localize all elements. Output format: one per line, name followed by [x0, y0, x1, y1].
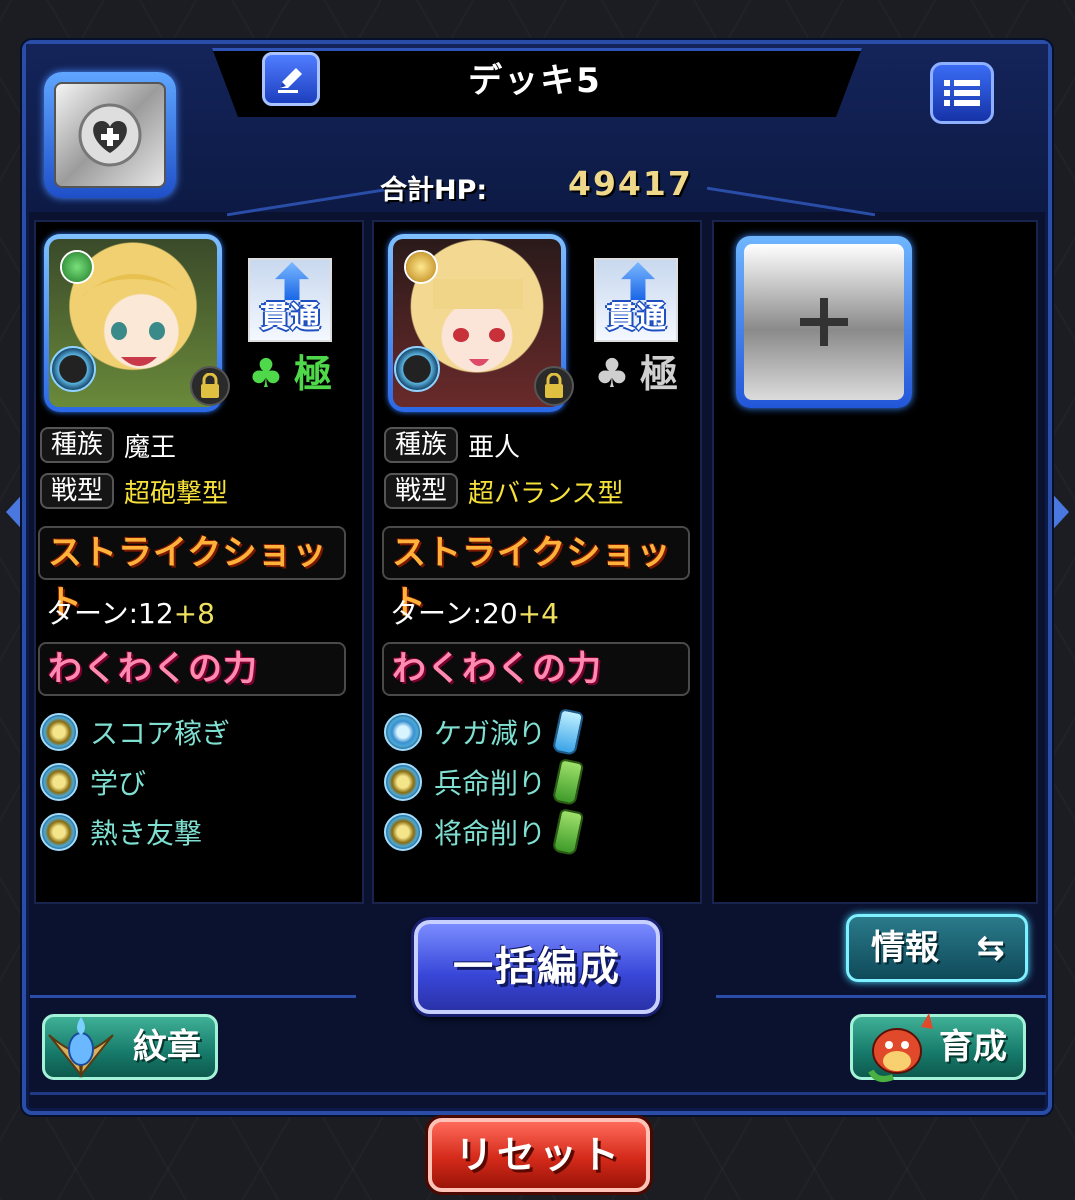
waku-item: 兵命削り [384, 757, 585, 807]
type-key: 戦型 [384, 473, 458, 509]
species-value: 魔王 [124, 432, 177, 463]
type-row: 戦型 超砲撃型 [40, 472, 228, 510]
type-value: 超バランス型 [468, 478, 624, 509]
strike-shot-turn: ターン:12+8 [46, 592, 215, 632]
gauge-ring-icon [50, 346, 96, 392]
waku-gem-icon [384, 713, 422, 751]
emblem-button[interactable]: 紋章 [42, 1014, 218, 1080]
strike-shot-label[interactable]: ストライクショット [382, 526, 690, 623]
emblem-wings-icon [48, 1017, 114, 1079]
deck-list-button[interactable] [930, 62, 994, 124]
species-row: 種族 魔王 [40, 426, 176, 464]
ability-label: 貫通 [606, 300, 666, 335]
waku-power-label[interactable]: わくわくの力 [38, 642, 346, 696]
waku-item: 熱き友撃 [40, 810, 202, 854]
rank-label: 極 [294, 352, 333, 396]
waku-item: スコア稼ぎ [40, 710, 230, 754]
turn-plus: +4 [517, 597, 559, 630]
emblem-label: 紋章 [133, 1027, 201, 1067]
deck-title[interactable]: デッキ5 [420, 58, 650, 104]
growth-button[interactable]: 育成 [850, 1013, 1026, 1082]
clover-icon: ♣ [594, 351, 630, 397]
waku-item-text: 学び [90, 767, 147, 800]
waku-gem-icon [384, 763, 422, 801]
empty-slot-inner [744, 244, 904, 400]
light-element-icon [404, 250, 438, 284]
turn-plus: +8 [173, 597, 215, 630]
character-slot-3 [712, 220, 1038, 904]
wood-element-icon [60, 250, 94, 284]
pierce-ability-icon: 貫通 [248, 258, 332, 342]
pierce-arrow-icon [275, 262, 309, 300]
footer-deco-line [30, 995, 356, 998]
species-key: 種族 [40, 427, 114, 463]
waku-item-text: 熱き友撃 [90, 817, 203, 850]
lock-glyph [201, 373, 219, 398]
pencil-icon [278, 68, 302, 93]
type-row: 戦型 超バランス型 [384, 472, 623, 510]
species-row: 種族 亜人 [384, 426, 520, 464]
empty-slot-add-button[interactable] [736, 236, 912, 408]
waku-item: ケガ減り [384, 707, 585, 757]
species-value: 亜人 [468, 432, 521, 463]
type-value: 超砲撃型 [124, 478, 229, 509]
ability-label: 貫通 [260, 300, 320, 335]
waku-gem-icon [40, 713, 78, 751]
info-label: 情報 [871, 928, 939, 968]
pierce-ability-icon: 貫通 [594, 258, 678, 342]
edit-deck-name-button[interactable] [262, 52, 320, 106]
lock-glyph [545, 373, 563, 398]
heart-plus-icon [78, 103, 142, 167]
growth-label: 育成 [939, 1027, 1007, 1067]
footer-deco-line [716, 995, 1046, 998]
turn-value: ターン:20 [390, 597, 518, 630]
waku-gem-icon [40, 813, 78, 851]
waku-power-label[interactable]: わくわくの力 [382, 642, 690, 696]
character-slot-2[interactable]: 貫通 ♣ 極 種族 亜人 戦型 超バランス型 ストライクショット ターン:20+… [372, 220, 702, 904]
gauge-ring-icon [394, 346, 440, 392]
waku-item-text: 将命削り [434, 817, 547, 850]
rank-label: 極 [640, 352, 679, 396]
waku-item: 将命削り [384, 807, 585, 857]
waku-item: 学び [40, 760, 146, 804]
green-bottle-icon [551, 757, 585, 807]
reset-button[interactable]: リセット [428, 1118, 650, 1192]
species-key: 種族 [384, 427, 458, 463]
dragon-mascot-icon [868, 1013, 933, 1082]
waku-gem-icon [384, 813, 422, 851]
bulk-organize-button[interactable]: 一括編成 [414, 920, 660, 1014]
turn-value: ターン:12 [46, 597, 174, 630]
waku-gem-icon [40, 763, 78, 801]
blue-bottle-icon [551, 707, 585, 757]
favorite-add-inner [54, 82, 166, 188]
type-key: 戦型 [40, 473, 114, 509]
lock-icon[interactable] [534, 366, 574, 406]
waku-item-text: 兵命削り [434, 767, 547, 800]
list-icon [944, 80, 980, 106]
pierce-arrow-icon [621, 262, 655, 300]
waku-item-text: スコア稼ぎ [90, 717, 231, 750]
total-hp-label: 合計HP: [380, 175, 488, 206]
clover-icon: ♣ [248, 351, 284, 397]
total-hp-value: 49417 [568, 164, 693, 203]
footer-deco-line [30, 1092, 1046, 1095]
info-toggle-button[interactable]: 情報 ⇆ [846, 914, 1028, 982]
plus-icon [800, 298, 848, 346]
favorite-add-button[interactable] [44, 72, 176, 198]
swap-arrows-icon: ⇆ [976, 928, 1006, 968]
character-slot-1[interactable]: 貫通 ♣ 極 種族 魔王 戦型 超砲撃型 ストライクショット ターン:12+8 … [34, 220, 364, 904]
lock-icon[interactable] [190, 366, 230, 406]
strike-shot-label[interactable]: ストライクショット [38, 526, 346, 623]
strike-shot-turn: ターン:20+4 [390, 592, 559, 632]
waku-item-text: ケガ減り [434, 717, 547, 750]
green-bottle-icon [551, 807, 585, 857]
